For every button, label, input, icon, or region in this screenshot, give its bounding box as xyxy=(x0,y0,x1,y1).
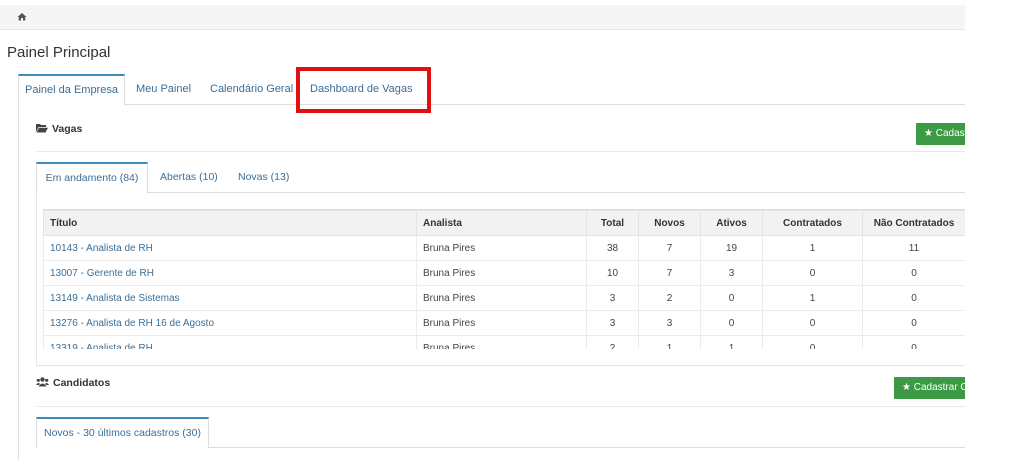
cell-ativos: 19 xyxy=(700,235,763,261)
cell-nao-contratados: 0 xyxy=(862,335,965,349)
cell-contratados: 0 xyxy=(762,310,863,336)
tab-painel-da-empresa[interactable]: Painel da Empresa xyxy=(18,74,125,106)
candidatos-header: Candidatos xyxy=(36,377,110,389)
col-header-novos[interactable]: Novos xyxy=(638,210,701,236)
cell-nao-contratados: 11 xyxy=(862,235,965,261)
tab-content-border xyxy=(36,192,37,365)
cell-total: 10 xyxy=(586,260,639,286)
candidatos-title: Candidatos xyxy=(53,377,111,389)
page-title: Painel Principal xyxy=(7,44,111,61)
users-icon xyxy=(36,377,49,387)
breadcrumb-bar xyxy=(0,5,965,30)
cell-analista: Bruna Pires xyxy=(416,260,587,286)
cell-analista: Bruna Pires xyxy=(416,310,587,336)
cell-total: 3 xyxy=(586,285,639,311)
folder-open-icon xyxy=(36,124,48,133)
cell-titulo[interactable]: 13319 - Analista de RH xyxy=(43,335,417,349)
tab-abertas[interactable]: Abertas (10) xyxy=(160,162,218,192)
home-icon[interactable] xyxy=(16,11,28,23)
cell-total: 38 xyxy=(586,235,639,261)
cell-analista: Bruna Pires xyxy=(416,335,587,349)
cell-nao-contratados: 0 xyxy=(862,285,965,311)
table-row: 13007 - Gerente de RH Bruna Pires 10 7 3… xyxy=(43,260,965,286)
col-header-titulo[interactable]: Título xyxy=(43,210,417,236)
tab-calendario-geral[interactable]: Calendário Geral xyxy=(210,74,293,104)
cell-ativos: 0 xyxy=(700,285,763,311)
col-header-analista[interactable]: Analista xyxy=(416,210,587,236)
cell-nao-contratados: 0 xyxy=(862,260,965,286)
candidatos-tab-bar: Novos - 30 últimos cadastros (30) xyxy=(36,417,965,449)
vagas-title: Vagas xyxy=(52,123,83,135)
table-row: 13319 - Analista de RH Bruna Pires 2 1 1… xyxy=(43,335,965,349)
cell-analista: Bruna Pires xyxy=(416,285,587,311)
tab-novos-ultimos-cadastros[interactable]: Novos - 30 últimos cadastros (30) xyxy=(36,417,209,449)
cadastrar-candidato-button[interactable]: ★ Cadastrar Candidato xyxy=(894,377,965,399)
cadastrar-candidato-label: Cadastrar Candidato xyxy=(913,382,965,393)
vagas-table-scroll[interactable]: Título Analista Total Novos Ativos Contr… xyxy=(43,209,965,349)
cadastrar-vaga-label: Cadastrar Vaga xyxy=(935,128,965,139)
vagas-table: Título Analista Total Novos Ativos Contr… xyxy=(43,210,965,349)
tab-novas[interactable]: Novas (13) xyxy=(238,162,289,192)
cell-titulo[interactable]: 13149 - Analista de Sistemas xyxy=(43,285,417,311)
vagas-divider xyxy=(36,151,965,152)
cell-novos: 7 xyxy=(638,260,701,286)
cell-contratados: 1 xyxy=(762,285,863,311)
cell-novos: 3 xyxy=(638,310,701,336)
cadastrar-vaga-button[interactable]: ★ Cadastrar Vaga xyxy=(916,123,965,145)
table-row: 13149 - Analista de Sistemas Bruna Pires… xyxy=(43,285,965,311)
cell-total: 3 xyxy=(586,310,639,336)
cell-contratados: 1 xyxy=(762,235,863,261)
cell-titulo[interactable]: 10143 - Analista de RH xyxy=(43,235,417,261)
table-row: 10143 - Analista de RH Bruna Pires 38 7 … xyxy=(43,235,965,261)
cell-ativos: 1 xyxy=(700,335,763,349)
col-header-total[interactable]: Total xyxy=(586,210,639,236)
table-header-row: Título Analista Total Novos Ativos Contr… xyxy=(43,210,965,236)
cell-ativos: 0 xyxy=(700,310,763,336)
col-header-contratados[interactable]: Contratados xyxy=(762,210,863,236)
vagas-tab-bar: Em andamento (84) Abertas (10) Novas (13… xyxy=(36,162,965,194)
cell-titulo[interactable]: 13007 - Gerente de RH xyxy=(43,260,417,286)
tab-dashboard-de-vagas[interactable]: Dashboard de Vagas xyxy=(310,74,413,104)
cell-total: 2 xyxy=(586,335,639,349)
cell-novos: 2 xyxy=(638,285,701,311)
cell-analista: Bruna Pires xyxy=(416,235,587,261)
cell-novos: 1 xyxy=(638,335,701,349)
star-icon: ★ xyxy=(924,128,933,139)
col-header-ativos[interactable]: Ativos xyxy=(700,210,763,236)
cell-contratados: 0 xyxy=(762,335,863,349)
main-tab-bar: Painel da Empresa Meu Painel Calendário … xyxy=(18,74,965,106)
cell-titulo[interactable]: 13276 - Analista de RH 16 de Agosto xyxy=(43,310,417,336)
viewport: Painel Principal Painel da Empresa Meu P… xyxy=(0,0,965,460)
vagas-panel-bottom xyxy=(36,365,965,366)
tab-meu-painel[interactable]: Meu Painel xyxy=(136,74,191,104)
cell-nao-contratados: 0 xyxy=(862,310,965,336)
star-icon: ★ xyxy=(902,382,911,393)
cell-novos: 7 xyxy=(638,235,701,261)
cell-ativos: 3 xyxy=(700,260,763,286)
panel-border xyxy=(18,104,19,460)
vagas-header: Vagas xyxy=(36,123,82,135)
tab-em-andamento[interactable]: Em andamento (84) xyxy=(36,162,148,194)
table-row: 13276 - Analista de RH 16 de Agosto Brun… xyxy=(43,310,965,336)
candidatos-divider xyxy=(36,406,965,407)
col-header-nao-contratados[interactable]: Não Contratados xyxy=(862,210,965,236)
cell-contratados: 0 xyxy=(762,260,863,286)
